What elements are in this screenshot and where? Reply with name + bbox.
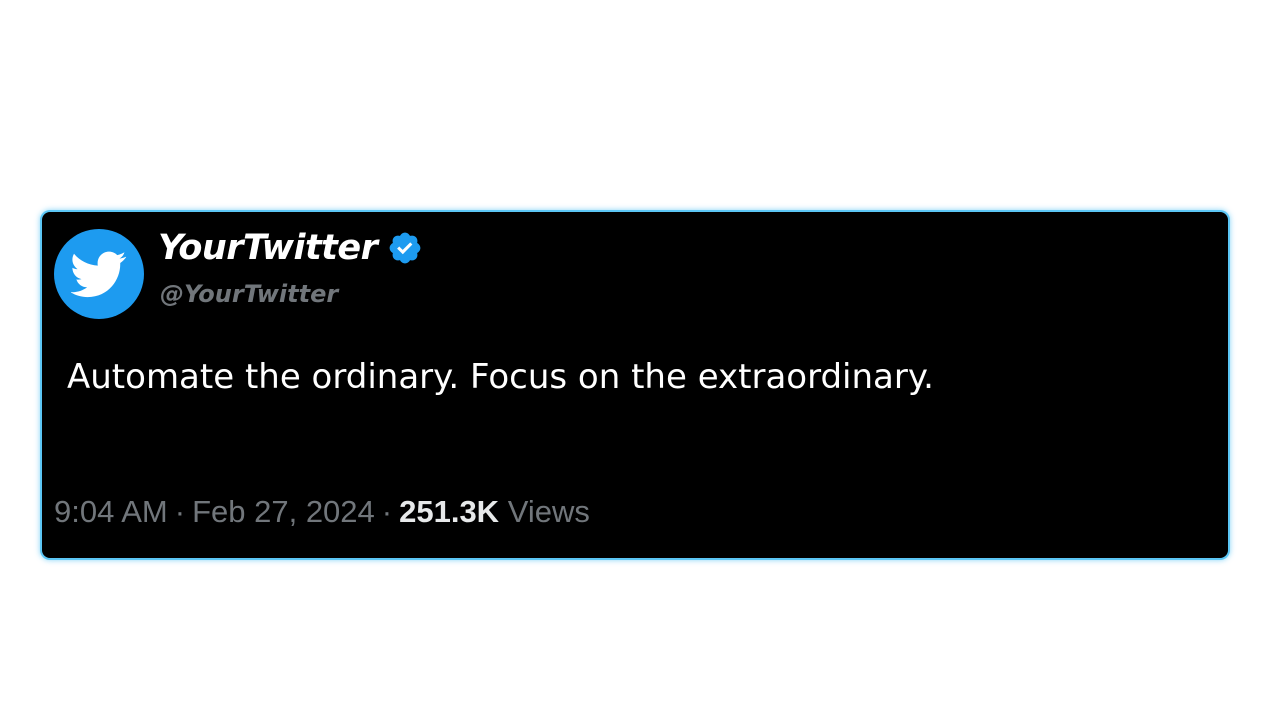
twitter-bird-icon — [71, 251, 127, 298]
views-label: Views — [507, 494, 590, 529]
tweet-time[interactable]: 9:04 AM — [54, 494, 168, 529]
handle[interactable]: @YourTwitter — [160, 278, 338, 310]
avatar[interactable] — [54, 229, 144, 319]
meta-separator: · — [174, 494, 186, 529]
views-count[interactable]: 251.3K — [399, 494, 499, 529]
meta-separator: · — [381, 494, 393, 529]
tweet-meta: 9:04 AM · Feb 27, 2024 · 251.3K Views — [54, 492, 590, 532]
canvas: YourTwitter @YourTwitter Automate the or… — [0, 0, 1280, 720]
tweet-card[interactable]: YourTwitter @YourTwitter Automate the or… — [42, 212, 1228, 558]
tweet-text: Automate the ordinary. Focus on the extr… — [67, 357, 934, 397]
tweet-date[interactable]: Feb 27, 2024 — [192, 494, 375, 529]
display-name-row: YourTwitter — [158, 226, 423, 270]
verified-badge-icon — [390, 232, 421, 264]
display-name[interactable]: YourTwitter — [158, 226, 378, 270]
